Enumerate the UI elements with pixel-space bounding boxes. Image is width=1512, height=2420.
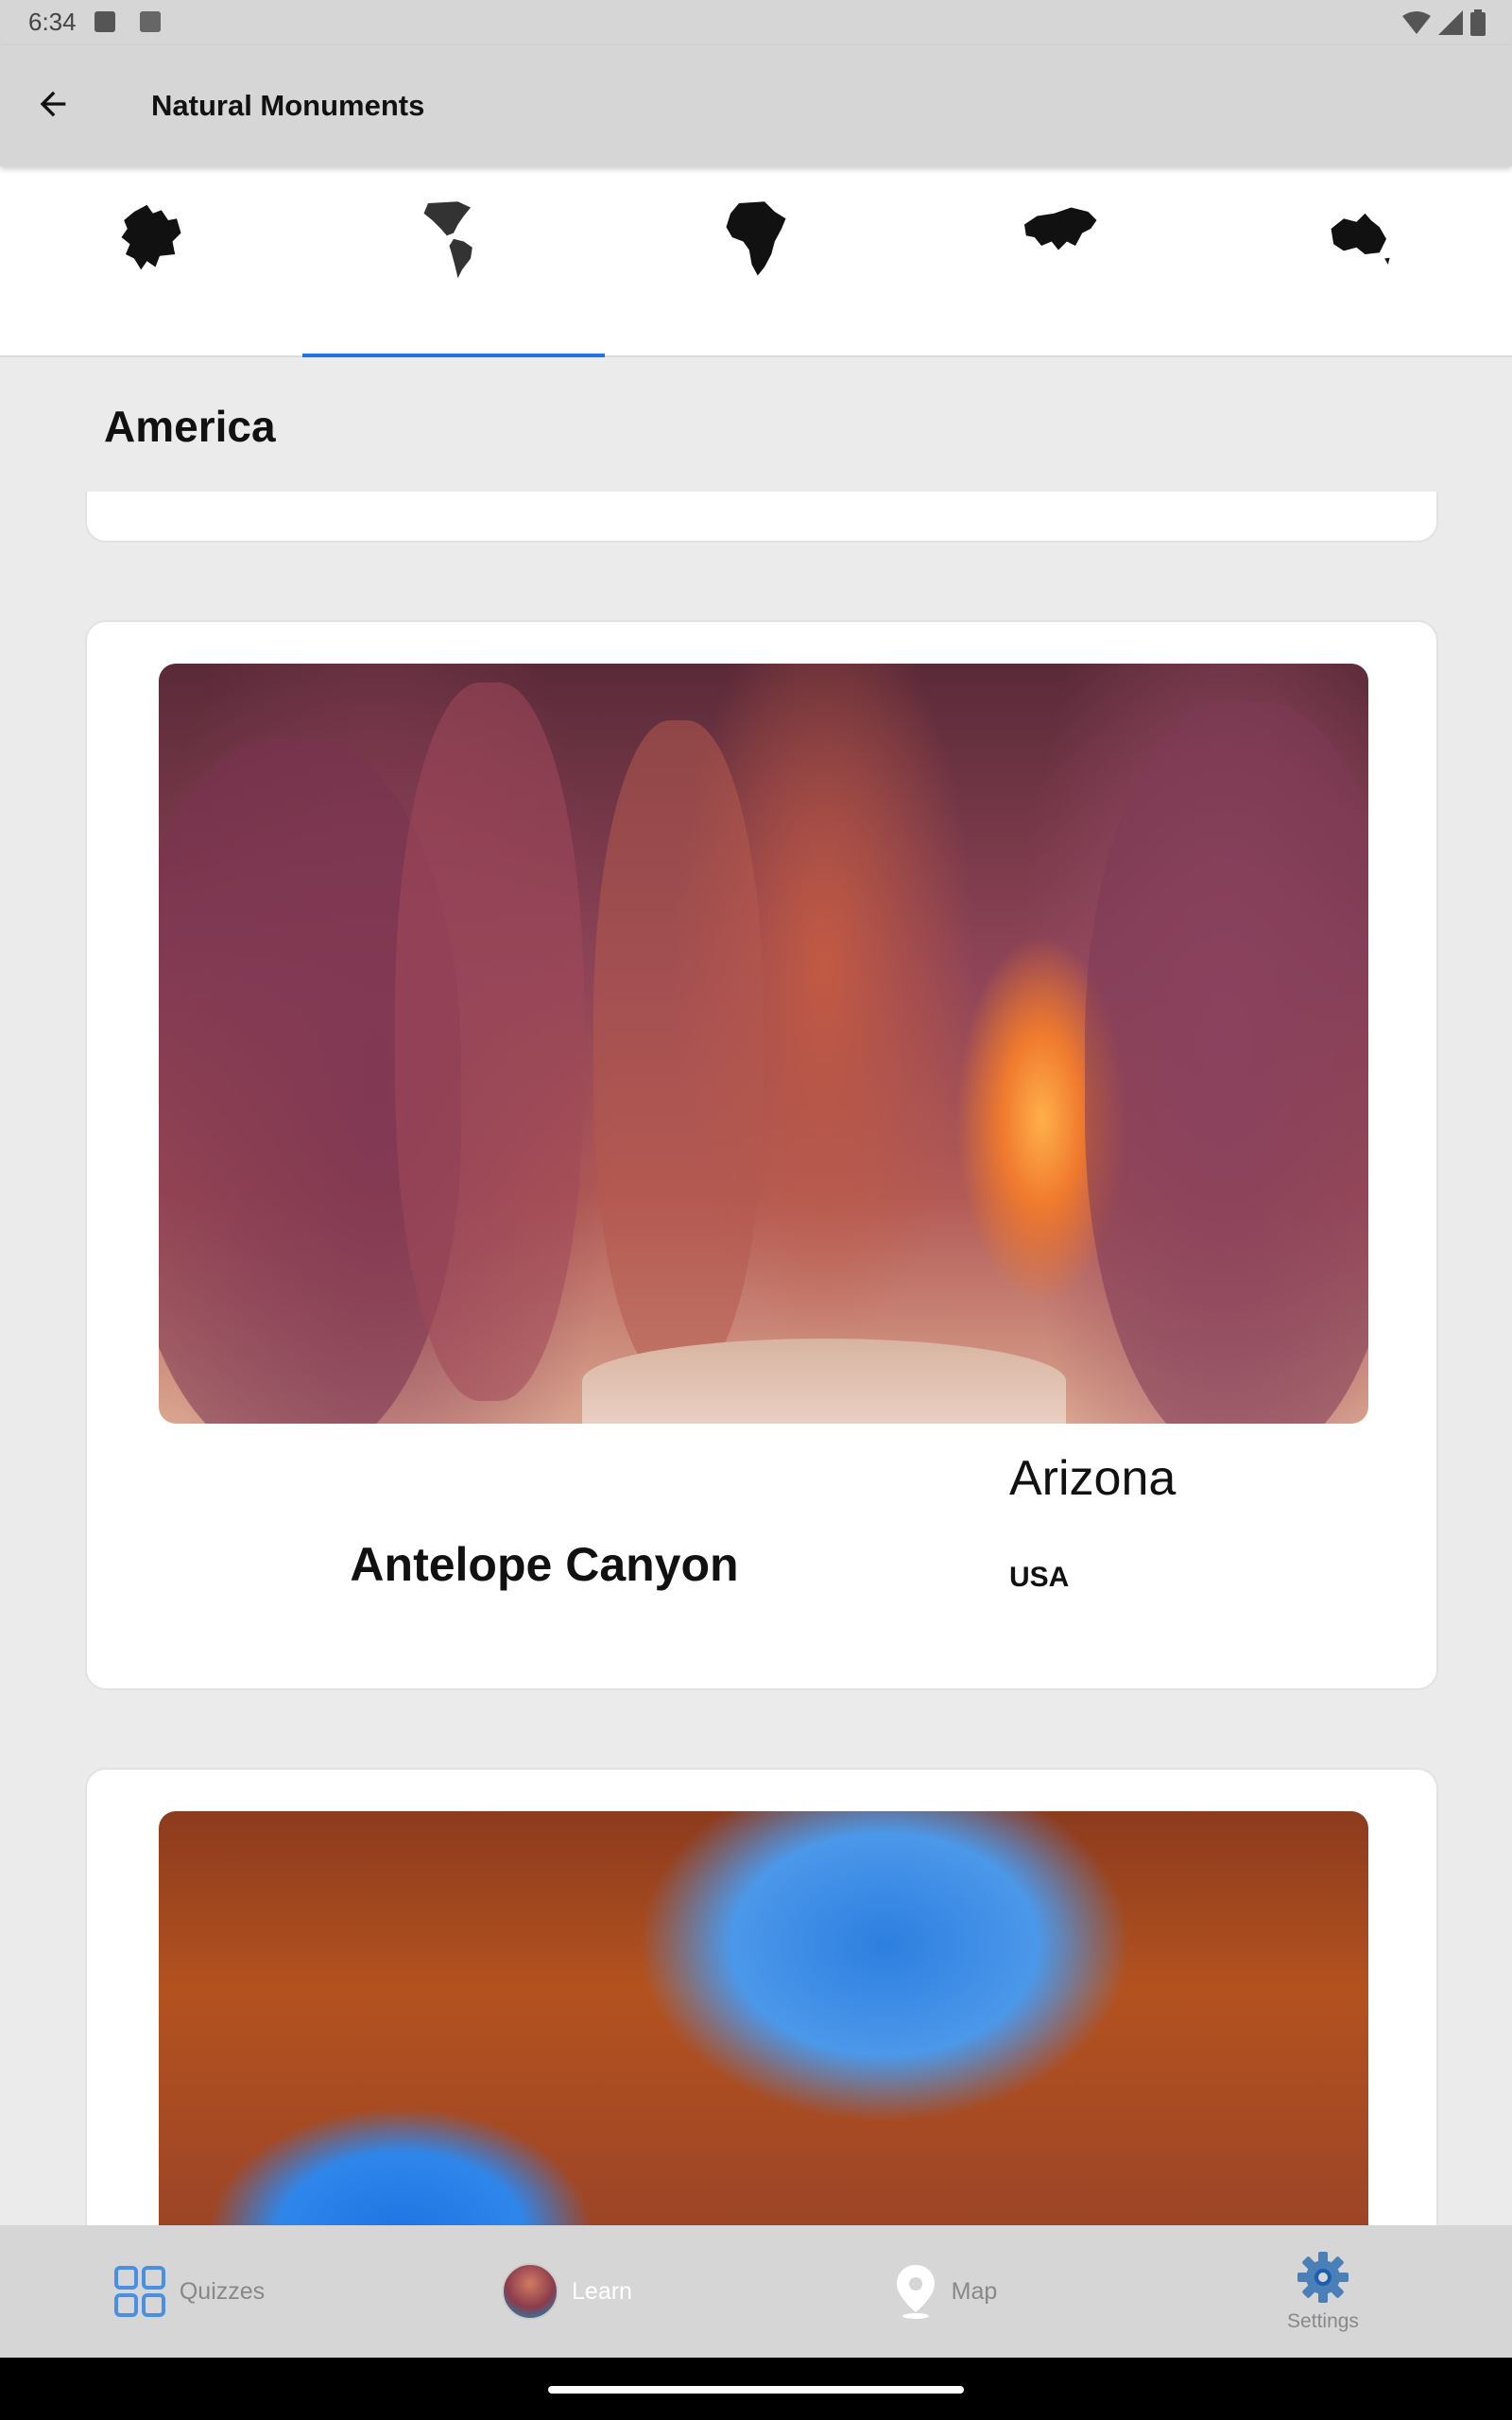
- keyboard-icon: [140, 11, 161, 32]
- asia-map-icon: [1024, 207, 1097, 251]
- status-bar: 6:34: [0, 0, 1512, 45]
- grid-icon: [113, 2266, 165, 2317]
- tab-africa[interactable]: [605, 166, 907, 355]
- gear-icon: [1297, 2252, 1349, 2303]
- tab-europe[interactable]: [0, 166, 302, 355]
- monument-card-previous[interactable]: [85, 492, 1438, 543]
- app-bar: Natural Monuments: [0, 45, 1512, 166]
- monument-card[interactable]: Antelope Canyon Arizona USA: [85, 620, 1438, 1690]
- nav-learn[interactable]: Learn: [378, 2225, 756, 2358]
- battery-icon: [1470, 9, 1486, 36]
- monument-name: Antelope Canyon: [350, 1538, 739, 1591]
- home-gesture-handle[interactable]: [548, 2386, 964, 2394]
- tab-asia[interactable]: [907, 166, 1210, 355]
- nav-quizzes[interactable]: Quizzes: [0, 2225, 378, 2358]
- learn-avatar-icon: [502, 2263, 559, 2320]
- sd-card-icon: [94, 11, 115, 32]
- status-right: [1402, 9, 1486, 36]
- tab-oceania[interactable]: [1210, 166, 1512, 355]
- tab-america[interactable]: [302, 166, 605, 355]
- page-title: Natural Monuments: [151, 89, 425, 122]
- nav-map-label: Map: [951, 2277, 998, 2305]
- back-button[interactable]: [28, 79, 77, 129]
- monument-photo: [159, 664, 1368, 1424]
- map-pin-icon: [896, 2265, 935, 2319]
- nav-settings-label: Settings: [1287, 2310, 1359, 2332]
- tab-selected-indicator: [302, 354, 605, 357]
- nav-settings[interactable]: Settings: [1134, 2225, 1512, 2358]
- nav-map[interactable]: Map: [756, 2225, 1134, 2358]
- monument-state: Arizona: [1009, 1451, 1177, 1506]
- americas-map-icon: [423, 201, 472, 279]
- continent-title: America: [104, 402, 276, 451]
- nav-learn-label: Learn: [572, 2277, 632, 2305]
- wifi-icon: [1402, 11, 1431, 34]
- europe-map-icon: [121, 204, 181, 270]
- monument-country: USA: [1009, 1562, 1070, 1593]
- continent-tabs: [0, 166, 1512, 357]
- system-gesture-bar: [0, 2358, 1512, 2420]
- africa-map-icon: [726, 201, 786, 276]
- bottom-navigation: Quizzes Learn Map Settings: [0, 2225, 1512, 2358]
- arrow-left-icon: [40, 91, 66, 117]
- signal-icon: [1438, 10, 1463, 35]
- nav-quizzes-label: Quizzes: [179, 2277, 266, 2305]
- monument-photo-next: [159, 1811, 1368, 2256]
- status-time: 6:34: [28, 8, 77, 36]
- australia-map-icon: [1331, 213, 1390, 265]
